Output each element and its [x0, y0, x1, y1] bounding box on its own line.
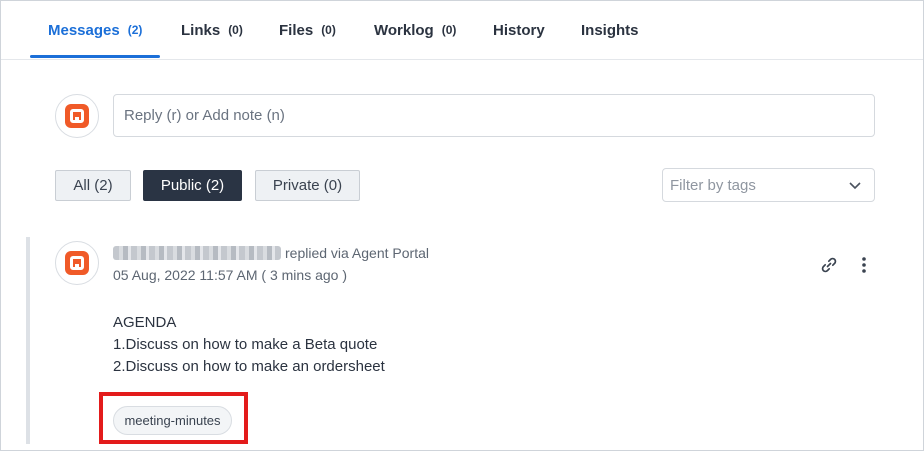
message-body-line: AGENDA — [113, 314, 177, 331]
message-action: replied via Agent Portal — [285, 245, 429, 261]
filter-private-button[interactable]: Private (0) — [255, 170, 360, 201]
tab-label: Messages — [48, 21, 120, 39]
message-body-line: 1.Discuss on how to make a Beta quote — [113, 336, 378, 353]
tab-insights[interactable]: Insights — [581, 1, 639, 59]
more-vertical-icon[interactable] — [856, 255, 872, 275]
message-avatar — [55, 241, 99, 285]
tab-worklog[interactable]: Worklog (0) — [374, 1, 456, 59]
tab-label: Worklog — [374, 21, 434, 39]
message-indicator-bar — [26, 237, 30, 444]
filter-all-button[interactable]: All (2) — [55, 170, 131, 201]
tab-bar: Messages (2) Links (0) Files (0) Worklog… — [1, 1, 923, 60]
ticket-conversation-panel: Messages (2) Links (0) Files (0) Worklog… — [0, 0, 924, 451]
tag-filter-select[interactable]: Filter by tags — [662, 168, 875, 202]
tab-count: (0) — [321, 23, 336, 37]
brand-logo-icon — [65, 251, 89, 275]
chevron-down-icon — [849, 182, 861, 190]
tab-files[interactable]: Files (0) — [279, 1, 336, 59]
tab-count: (0) — [228, 23, 243, 37]
tab-count: (0) — [441, 23, 457, 37]
filter-public-button[interactable]: Public (2) — [143, 170, 242, 201]
reply-input[interactable]: Reply (r) or Add note (n) — [113, 94, 875, 137]
annotation-highlight-box — [99, 392, 248, 444]
message-author-line: replied via Agent Portal — [113, 245, 429, 261]
active-tab-indicator — [30, 55, 160, 58]
avatar — [55, 94, 99, 138]
tab-count: (2) — [127, 23, 143, 37]
tab-label: Insights — [581, 21, 639, 39]
message-timestamp: 05 Aug, 2022 11:57 AM ( 3 mins ago ) — [113, 267, 348, 283]
tag-filter-placeholder: Filter by tags — [670, 176, 756, 194]
tab-history[interactable]: History — [493, 1, 545, 59]
redacted-author-name — [113, 246, 281, 260]
tab-messages[interactable]: Messages (2) — [48, 1, 142, 59]
brand-logo-icon — [65, 104, 89, 128]
tab-label: Links — [181, 21, 221, 39]
link-icon[interactable] — [819, 255, 839, 275]
tab-links[interactable]: Links (0) — [181, 1, 243, 59]
tab-label: Files — [279, 21, 314, 39]
tab-label: History — [493, 21, 545, 39]
message-body-line: 2.Discuss on how to make an ordersheet — [113, 358, 385, 375]
